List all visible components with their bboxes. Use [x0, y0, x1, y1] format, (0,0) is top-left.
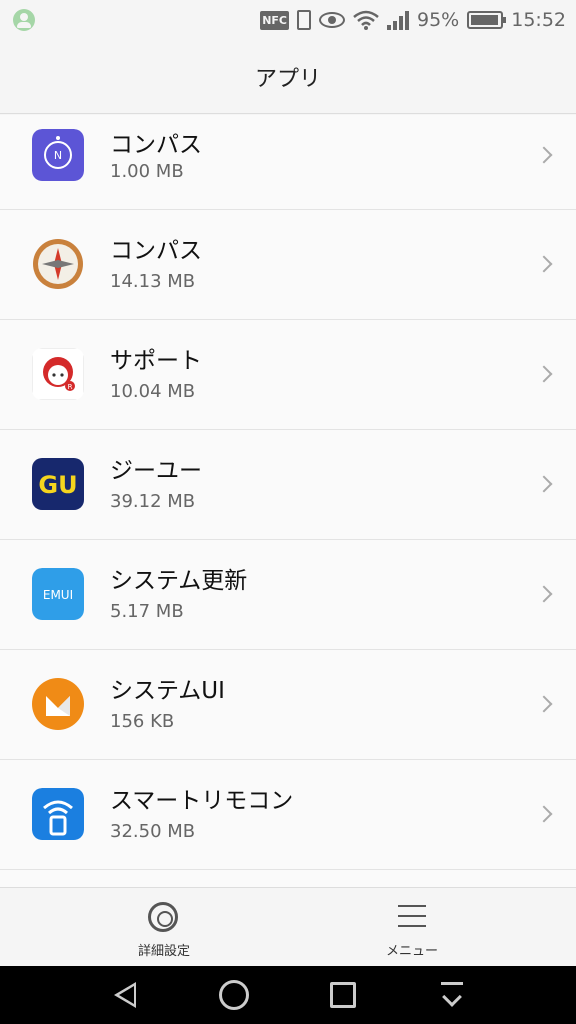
- menu-label: メニュー: [385, 944, 438, 959]
- app-name: コンパス: [110, 132, 202, 158]
- chevron-right-icon: [535, 585, 553, 603]
- support-icon: R: [32, 348, 84, 400]
- app-size: 5.17 MB: [110, 601, 184, 622]
- compass-brown-icon: [32, 238, 84, 290]
- signal-icon: [387, 10, 409, 30]
- battery-icon: [467, 11, 507, 29]
- app-size: 156 KB: [110, 711, 175, 732]
- gear-icon: [148, 902, 178, 932]
- wifi-icon: [353, 10, 379, 30]
- chevron-right-icon: [535, 255, 553, 273]
- recents-icon[interactable]: [330, 982, 356, 1008]
- list-item-app[interactable]: スマートリモコン 32.50 MB: [0, 760, 576, 870]
- page-title: アプリ: [254, 66, 321, 92]
- app-name: システムUI: [110, 678, 225, 704]
- list-item-app[interactable]: システムUI 156 KB: [0, 650, 576, 760]
- emui-icon-text: EMUI: [43, 588, 73, 602]
- list-item-app[interactable]: コンパス 14.13 MB: [0, 210, 576, 320]
- advanced-settings-button[interactable]: 詳細設定: [20, 888, 308, 967]
- menu-button[interactable]: メニュー: [268, 888, 556, 967]
- app-name: スマートリモコン: [110, 788, 294, 814]
- app-size: 32.50 MB: [110, 821, 196, 842]
- home-icon[interactable]: [219, 980, 249, 1010]
- gu-icon-text: GU: [38, 471, 77, 499]
- app-size: 14.13 MB: [110, 271, 196, 292]
- nfc-icon: NFC: [260, 10, 289, 30]
- back-icon[interactable]: [114, 982, 136, 1008]
- chevron-right-icon: [535, 475, 553, 493]
- chevron-right-icon: [535, 146, 553, 164]
- app-size: 1.00 MB: [110, 161, 184, 182]
- svg-text:R: R: [68, 383, 73, 391]
- list-item-app[interactable]: R サポート 10.04 MB: [0, 320, 576, 430]
- list-item-app[interactable]: N コンパス 1.00 MB: [0, 115, 576, 210]
- chevron-right-icon: [535, 365, 553, 383]
- clock: 15:52: [511, 9, 566, 31]
- app-name: コンパス: [110, 238, 202, 264]
- vibrate-icon: [297, 10, 311, 30]
- smart-remote-icon: [32, 788, 84, 840]
- system-ui-icon: [32, 678, 84, 730]
- list-item-app[interactable]: GU ジーユー 39.12 MB: [0, 430, 576, 540]
- app-name: ジーユー: [110, 458, 202, 484]
- notification-pull-icon[interactable]: [441, 982, 463, 1008]
- app-size: 10.04 MB: [110, 381, 196, 402]
- menu-icon: [398, 905, 426, 927]
- app-size: 39.12 MB: [110, 491, 196, 512]
- user-avatar-icon: [13, 9, 35, 31]
- chevron-right-icon: [535, 805, 553, 823]
- status-bar: NFC 95% 15:52: [0, 0, 576, 40]
- advanced-settings-label: 詳細設定: [137, 944, 190, 959]
- status-icons: NFC 95% 15:52: [260, 0, 566, 40]
- gu-icon: GU: [32, 458, 84, 510]
- title-bar: アプリ: [0, 40, 576, 114]
- list-item-app[interactable]: EMUI システム更新 5.17 MB: [0, 540, 576, 650]
- battery-percent: 95%: [417, 9, 460, 31]
- app-name: システム更新: [110, 568, 248, 594]
- app-list[interactable]: N コンパス 1.00 MB コンパス 14.13 MB R サポート 10.0…: [0, 115, 576, 887]
- eye-comfort-icon: [319, 12, 345, 28]
- battery-fill: [471, 15, 498, 25]
- system-nav-bar: [0, 966, 576, 1024]
- app-name: サポート: [110, 348, 202, 374]
- compass-purple-icon: N: [32, 129, 84, 181]
- emui-icon: EMUI: [32, 568, 84, 620]
- bottom-action-bar: 詳細設定 メニュー: [0, 887, 576, 966]
- chevron-right-icon: [535, 695, 553, 713]
- svg-text:N: N: [54, 149, 62, 162]
